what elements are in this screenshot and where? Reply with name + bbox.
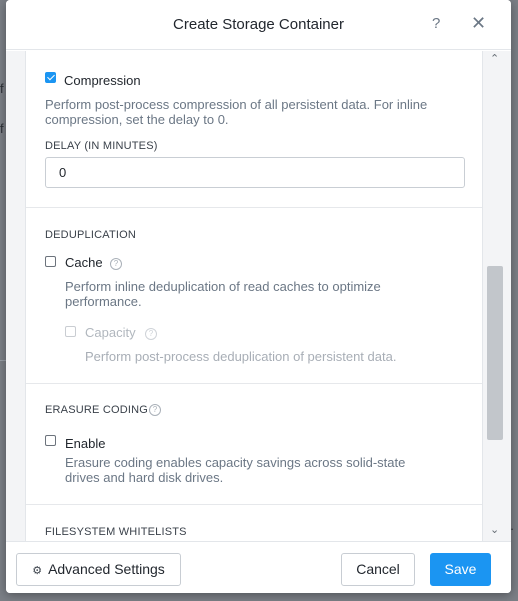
cache-description-line1: Perform inline deduplication of read cac… — [65, 279, 381, 294]
compression-description-line1: Perform post-process compression of all … — [45, 97, 428, 112]
help-icon[interactable]: ? — [432, 15, 440, 32]
background-text-fragment: f — [0, 81, 4, 96]
cache-checkbox[interactable] — [45, 256, 56, 267]
gear-icon: ⚙ — [32, 565, 43, 577]
erasure-coding-description-line2: drives and hard disk drives. — [65, 470, 224, 485]
cache-description-line2: performance. — [65, 294, 142, 309]
advanced-settings-label: Advanced Settings — [48, 561, 165, 577]
capacity-checkbox[interactable] — [65, 326, 76, 337]
delay-input[interactable]: 0 — [45, 157, 465, 188]
background-text-fragment: f — [0, 121, 4, 136]
erasure-coding-enable-label[interactable]: Enable — [65, 436, 105, 451]
erasure-coding-description-line1: Erasure coding enables capacity savings … — [65, 455, 406, 470]
scrollbar-thumb[interactable] — [487, 266, 503, 440]
section-divider — [26, 383, 482, 384]
capacity-label: Capacity — [85, 325, 136, 340]
vertical-scrollbar[interactable]: ⌃ ⌄ — [486, 51, 504, 541]
capacity-help-icon[interactable]: ? — [145, 328, 157, 340]
create-storage-container-dialog: Create Storage Container ? ✕ Compression… — [6, 0, 511, 593]
erasure-coding-heading: ERASURE CODING — [45, 404, 149, 416]
section-divider — [26, 207, 482, 208]
erasure-coding-help-icon[interactable]: ? — [149, 404, 161, 416]
deduplication-heading: DEDUPLICATION — [45, 229, 137, 241]
erasure-coding-enable-checkbox[interactable] — [45, 435, 56, 446]
scroll-up-icon[interactable]: ⌃ — [490, 52, 499, 65]
compression-label[interactable]: Compression — [64, 73, 141, 88]
dialog-header: Create Storage Container ? ✕ — [6, 0, 511, 50]
advanced-settings-button[interactable]: ⚙ Advanced Settings — [16, 553, 181, 586]
settings-panel: Compression Perform post-process compres… — [25, 51, 483, 541]
cancel-button[interactable]: Cancel — [341, 553, 415, 586]
section-divider — [26, 504, 482, 505]
scroll-down-icon[interactable]: ⌄ — [490, 523, 499, 536]
dialog-body: Compression Perform post-process compres… — [6, 51, 511, 541]
filesystem-whitelists-heading: FILESYSTEM WHITELISTS — [45, 526, 187, 538]
dialog-footer: ⚙ Advanced Settings Cancel Save — [6, 541, 511, 593]
capacity-description: Perform post-process deduplication of pe… — [85, 349, 397, 364]
cache-help-icon[interactable]: ? — [110, 258, 122, 270]
compression-description-line2: compression, set the delay to 0. — [45, 112, 229, 127]
save-button[interactable]: Save — [430, 553, 491, 586]
close-icon[interactable]: ✕ — [471, 13, 486, 34]
compression-checkbox[interactable] — [45, 72, 56, 83]
cache-label[interactable]: Cache — [65, 255, 103, 270]
delay-label: DELAY (IN MINUTES) — [45, 140, 158, 152]
